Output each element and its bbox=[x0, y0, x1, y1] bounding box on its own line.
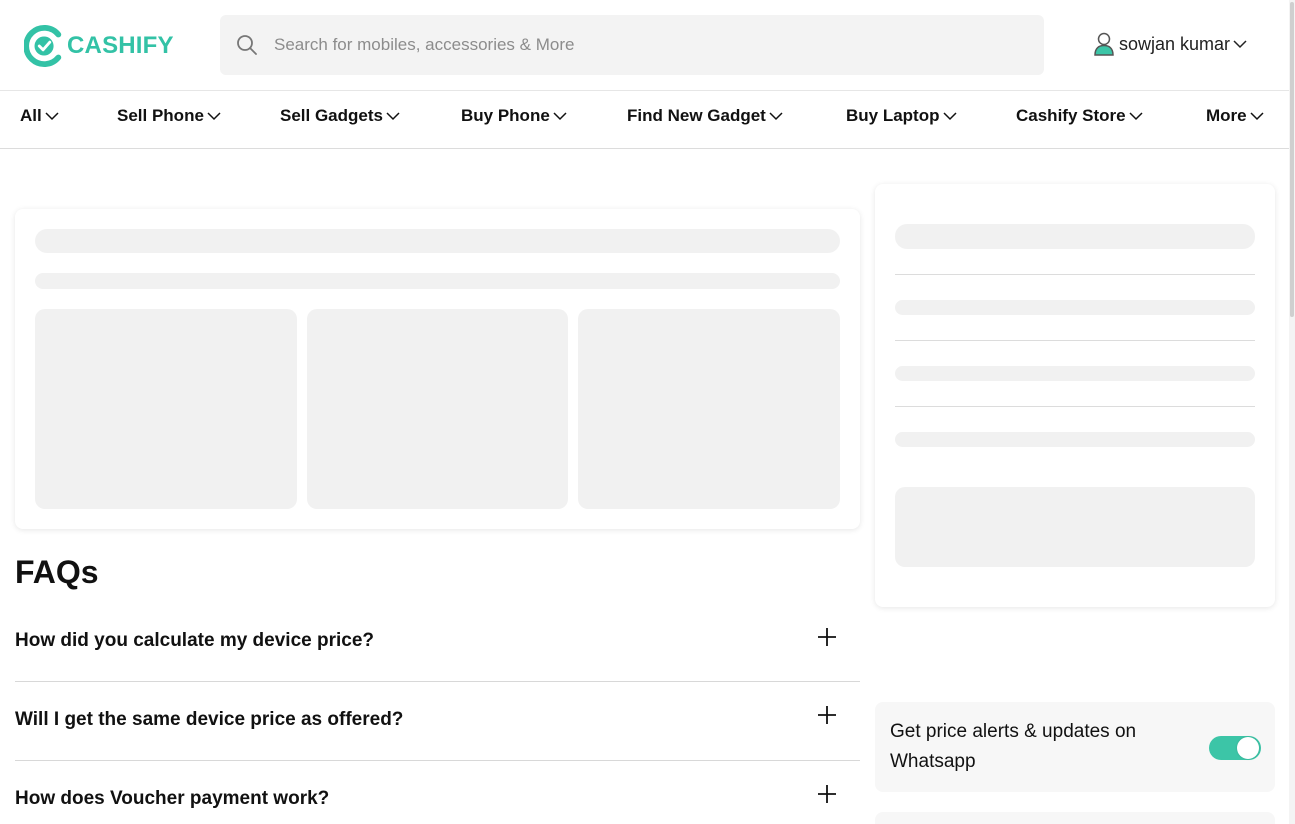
chevron-down-icon bbox=[45, 111, 59, 120]
cashify-logo-mark-icon bbox=[24, 25, 62, 67]
plus-icon[interactable] bbox=[817, 627, 837, 647]
nav-item-label: Buy Laptop bbox=[846, 106, 940, 125]
skeleton-button bbox=[895, 487, 1255, 567]
skeleton-bar bbox=[895, 300, 1255, 315]
whatsapp-alerts-box: Get price alerts & updates on Whatsapp bbox=[875, 702, 1275, 792]
chevron-down-icon bbox=[769, 111, 783, 120]
search-icon bbox=[237, 35, 257, 55]
faq-question: How does Voucher payment work? bbox=[15, 788, 330, 809]
chevron-down-icon bbox=[1233, 39, 1247, 48]
nav-item-label: Sell Gadgets bbox=[280, 106, 383, 125]
brand-name: CASHIFY bbox=[67, 32, 174, 59]
skeleton-bar bbox=[895, 224, 1255, 249]
nav-item-label: Find New Gadget bbox=[627, 106, 766, 125]
nav-item-buy-laptop[interactable]: Buy Laptop bbox=[846, 91, 957, 141]
chevron-down-icon bbox=[1250, 111, 1264, 120]
page-scrollbar-thumb[interactable] bbox=[1290, 2, 1294, 317]
skeleton-subtitle-bar bbox=[35, 273, 840, 289]
nav-item-sell-gadgets[interactable]: Sell Gadgets bbox=[280, 91, 400, 141]
user-menu[interactable]: sowjan kumar bbox=[1093, 31, 1247, 57]
faq-question: How did you calculate my device price? bbox=[15, 630, 375, 651]
skeleton-tile bbox=[307, 309, 568, 509]
divider bbox=[895, 340, 1255, 341]
whatsapp-alerts-label: Get price alerts & updates on Whatsapp bbox=[890, 721, 1137, 772]
nav-item-find-new-gadget[interactable]: Find New Gadget bbox=[627, 91, 783, 141]
skeleton-title-bar bbox=[35, 229, 840, 253]
nav-item-label: All bbox=[20, 106, 42, 125]
faq-heading: FAQs bbox=[15, 554, 99, 590]
nav-item-sell-phone[interactable]: Sell Phone bbox=[117, 91, 221, 141]
divider bbox=[895, 406, 1255, 407]
whatsapp-alerts-toggle[interactable] bbox=[1209, 736, 1261, 760]
nav-item-more[interactable]: More bbox=[1206, 91, 1264, 141]
skeleton-bar bbox=[895, 366, 1255, 381]
faq-item[interactable]: How does Voucher payment work? bbox=[15, 761, 860, 824]
faq-question: Will I get the same device price as offe… bbox=[15, 709, 404, 730]
device-price-skeleton-card bbox=[15, 209, 860, 529]
cashify-logo[interactable]: CASHIFY bbox=[24, 24, 174, 68]
faq-item[interactable]: Will I get the same device price as offe… bbox=[15, 682, 860, 761]
nav-item-all[interactable]: All bbox=[20, 91, 59, 141]
search-input[interactable] bbox=[274, 15, 1014, 75]
chevron-down-icon bbox=[386, 111, 400, 120]
plus-icon[interactable] bbox=[817, 784, 837, 804]
nav-item-buy-phone[interactable]: Buy Phone bbox=[461, 91, 567, 141]
chevron-down-icon bbox=[207, 111, 221, 120]
chevron-down-icon bbox=[553, 111, 567, 120]
faq-item[interactable]: How did you calculate my device price? bbox=[15, 603, 860, 682]
user-name: sowjan kumar bbox=[1119, 33, 1231, 54]
plus-icon[interactable] bbox=[817, 705, 837, 725]
category-nav: All Sell Phone Sell Gadgets Buy Phone Fi… bbox=[0, 91, 1289, 149]
skeleton-tile bbox=[578, 309, 840, 509]
skeleton-tile bbox=[35, 309, 297, 509]
divider bbox=[895, 274, 1255, 275]
nav-item-label: More bbox=[1206, 106, 1247, 125]
site-header: CASHIFY sowjan kumar bbox=[0, 0, 1289, 91]
nav-item-cashify-store[interactable]: Cashify Store bbox=[1016, 91, 1143, 141]
skeleton-bar bbox=[895, 432, 1255, 447]
nav-item-label: Cashify Store bbox=[1016, 106, 1126, 125]
search-bar[interactable] bbox=[220, 15, 1044, 75]
price-summary-skeleton-card bbox=[875, 184, 1275, 607]
nav-item-label: Buy Phone bbox=[461, 106, 550, 125]
nav-item-label: Sell Phone bbox=[117, 106, 204, 125]
user-icon bbox=[1094, 32, 1114, 56]
chevron-down-icon bbox=[942, 111, 957, 120]
toggle-knob bbox=[1237, 737, 1259, 759]
next-section-box bbox=[875, 812, 1275, 824]
chevron-down-icon bbox=[1129, 111, 1143, 120]
